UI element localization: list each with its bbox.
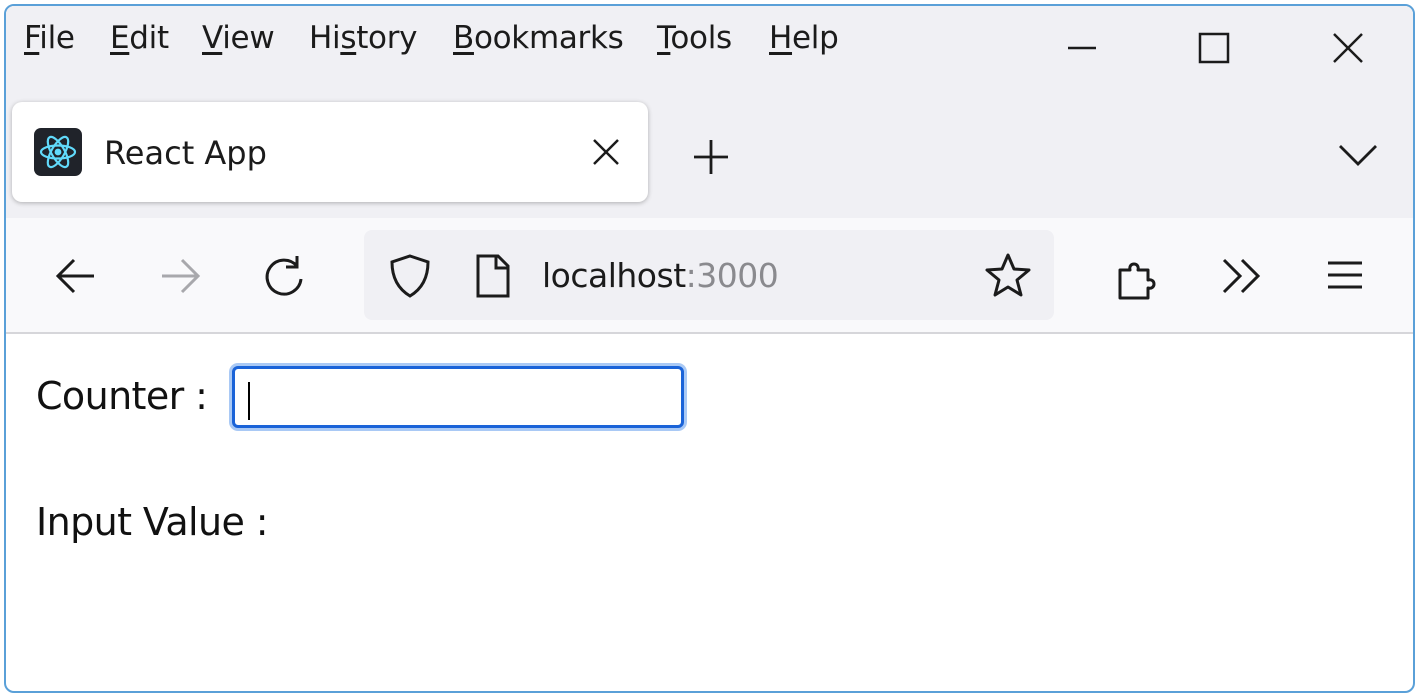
maximize-button[interactable]: [1184, 20, 1244, 80]
close-window-button[interactable]: [1318, 20, 1378, 80]
url-text[interactable]: localhost:3000: [542, 256, 779, 295]
double-chevron-right-icon: [1222, 258, 1261, 294]
browser-window: File Edit View History Bookmarks Tools H…: [4, 4, 1415, 693]
tab-strip: React App: [6, 98, 1413, 218]
tab-title: React App: [104, 134, 267, 172]
list-all-tabs-button[interactable]: [1336, 136, 1380, 172]
counter-input[interactable]: [232, 366, 684, 428]
back-button[interactable]: [52, 252, 100, 300]
close-icon: [593, 139, 619, 165]
bookmark-star-button[interactable]: [984, 252, 1032, 300]
close-icon: [1333, 33, 1363, 63]
page-info-icon[interactable]: [468, 252, 516, 300]
react-logo-icon: [34, 128, 82, 176]
menu-edit[interactable]: Edit: [110, 20, 169, 56]
arrow-right-icon: [162, 258, 201, 294]
arrow-left-icon: [55, 258, 94, 294]
forward-button[interactable]: [156, 252, 204, 300]
reload-button[interactable]: [260, 252, 308, 300]
app-menu-button[interactable]: [1322, 252, 1370, 300]
new-tab-button[interactable]: [690, 136, 732, 178]
address-bar[interactable]: localhost:3000: [364, 230, 1054, 320]
reload-icon: [265, 256, 303, 296]
input-value-label: Input Value :: [36, 500, 269, 544]
tab-react-app[interactable]: React App: [12, 102, 648, 202]
more-tools-button[interactable]: [1218, 252, 1266, 300]
extensions-button[interactable]: [1114, 252, 1162, 300]
minimize-button[interactable]: [1052, 20, 1112, 80]
maximize-icon: [1198, 32, 1230, 64]
counter-label: Counter :: [36, 374, 208, 418]
menu-view[interactable]: View: [202, 20, 275, 56]
page-content: Counter : Input Value :: [6, 334, 1413, 691]
puzzle-icon: [1118, 262, 1156, 300]
menu-file[interactable]: File: [24, 20, 75, 56]
menu-tools[interactable]: Tools: [657, 20, 732, 56]
plus-icon: [694, 140, 728, 174]
navigation-toolbar: localhost:3000: [6, 218, 1413, 334]
minimize-icon: [1068, 46, 1096, 50]
star-icon: [985, 253, 1031, 297]
menu-help[interactable]: Help: [769, 20, 839, 56]
shield-icon[interactable]: [386, 252, 434, 300]
menu-bar: File Edit View History Bookmarks Tools H…: [6, 6, 1413, 98]
hamburger-menu-icon: [1328, 261, 1362, 289]
tab-close-button[interactable]: [588, 134, 624, 170]
chevron-down-icon: [1339, 145, 1377, 166]
menu-bookmarks[interactable]: Bookmarks: [453, 20, 624, 56]
menu-history[interactable]: History: [309, 20, 418, 56]
text-caret: [248, 382, 250, 420]
